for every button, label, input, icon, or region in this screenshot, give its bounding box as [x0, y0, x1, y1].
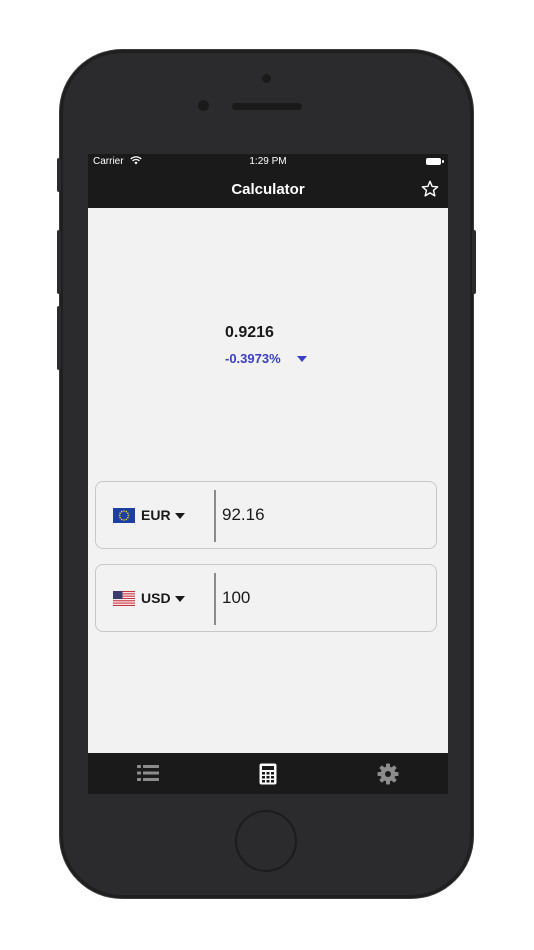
volume-down-button [57, 306, 61, 370]
list-icon [137, 765, 159, 781]
calculator-icon [259, 763, 277, 785]
caret-down-icon [175, 513, 185, 519]
status-time: 1:29 PM [249, 156, 287, 167]
currency-code-usd: USD [141, 590, 171, 606]
front-camera [198, 100, 209, 111]
rate-change-percent: -0.3973% [225, 351, 281, 366]
earpiece-speaker [232, 103, 302, 110]
tab-settings[interactable] [328, 753, 448, 794]
navigation-bar: Calculator [88, 170, 448, 208]
proximity-sensor [262, 74, 271, 83]
gear-icon [377, 763, 399, 785]
exchange-rate-value: 0.9216 [225, 324, 274, 341]
tab-calculator[interactable] [208, 753, 328, 794]
amount-input-eur[interactable] [222, 500, 422, 530]
app-screen: Carrier 1:29 PM Calculator 0.9216 -0.397… [88, 154, 448, 794]
battery-icon [426, 158, 444, 165]
mute-switch [57, 158, 61, 192]
tab-list[interactable] [88, 753, 208, 794]
us-flag-icon [113, 591, 135, 606]
star-icon[interactable] [420, 179, 440, 199]
down-triangle-icon [297, 356, 307, 362]
amount-input-usd[interactable] [222, 583, 422, 613]
tab-bar [88, 753, 448, 794]
power-button [472, 230, 476, 294]
caret-down-icon [175, 596, 185, 602]
currency-selector-usd[interactable]: USD [96, 565, 214, 631]
page-title: Calculator [231, 181, 305, 198]
currency-row-eur: EUR [95, 481, 437, 549]
currency-code-eur: EUR [141, 507, 171, 523]
status-bar: Carrier 1:29 PM [88, 154, 448, 170]
currency-row-usd: USD [95, 564, 437, 632]
home-button[interactable] [235, 810, 297, 872]
volume-up-button [57, 230, 61, 294]
currency-selector-eur[interactable]: EUR [96, 482, 214, 548]
row-divider [214, 573, 216, 625]
eu-flag-icon [113, 508, 135, 523]
row-divider [214, 490, 216, 542]
